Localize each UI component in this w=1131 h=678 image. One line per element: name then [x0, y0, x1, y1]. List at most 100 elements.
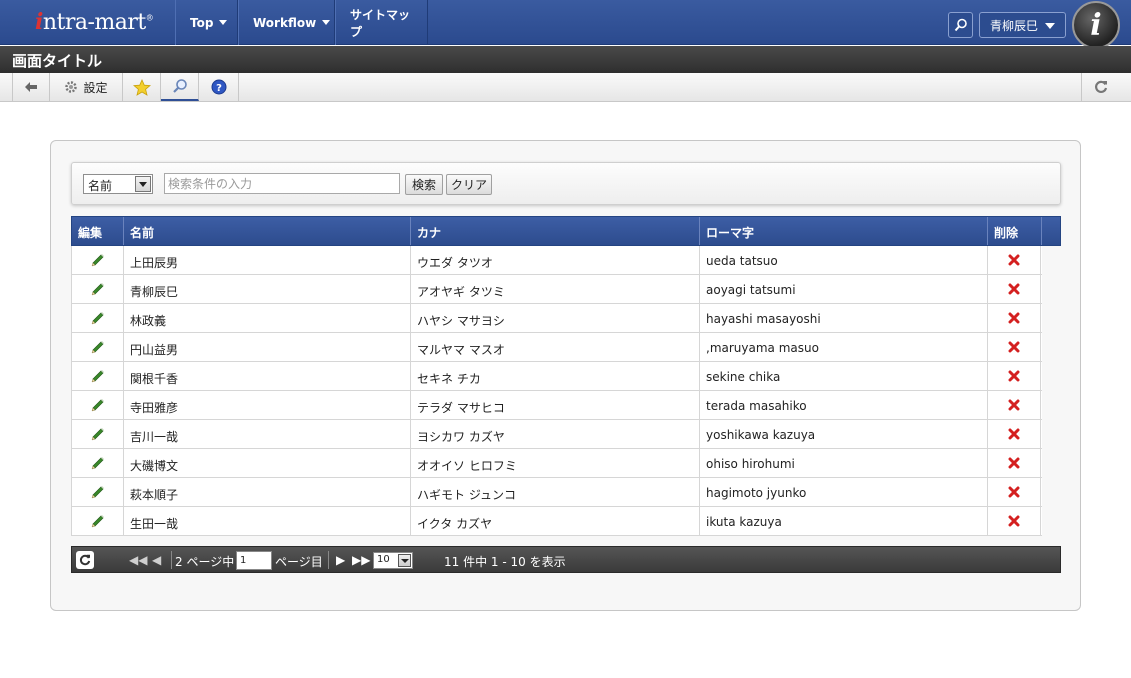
- clear-button-label: クリア: [450, 178, 487, 192]
- main-nav: Top Workflow サイトマップ: [175, 0, 428, 45]
- delete-x-icon: [1008, 515, 1020, 527]
- grid-header: 編集 名前 カナ ローマ字 削除: [71, 216, 1061, 246]
- refresh-button[interactable]: [1081, 73, 1119, 101]
- search-input[interactable]: [164, 173, 400, 194]
- table-row[interactable]: 寺田雅彦 テラダ マサヒコ terada masahiko: [71, 391, 1042, 420]
- pencil-icon: [91, 457, 104, 470]
- search-bar: 名前 検索 クリア: [71, 162, 1061, 205]
- nav-sitemap[interactable]: サイトマップ: [335, 0, 428, 45]
- pager-refresh-button[interactable]: [76, 551, 94, 569]
- chevron-down-icon: [322, 20, 331, 25]
- pencil-icon: [91, 341, 104, 354]
- pager-page-suffix: ページ目: [275, 555, 323, 569]
- edit-button[interactable]: [72, 362, 124, 390]
- back-button[interactable]: [12, 73, 50, 101]
- nav-top[interactable]: Top: [175, 0, 238, 45]
- col-delete[interactable]: 削除: [988, 217, 1042, 245]
- cell-kana: マルヤマ マスオ: [411, 333, 700, 361]
- table-row[interactable]: 林政義 ハヤシ マサヨシ hayashi masayoshi: [71, 304, 1042, 333]
- edit-button[interactable]: [72, 304, 124, 332]
- delete-button[interactable]: [988, 391, 1041, 419]
- arrow-left-icon: [25, 82, 37, 92]
- delete-button[interactable]: [988, 333, 1041, 361]
- edit-button[interactable]: [72, 391, 124, 419]
- page-size-select[interactable]: 10: [373, 552, 413, 569]
- table-row[interactable]: 大磯博文 オオイソ ヒロフミ ohiso hirohumi: [71, 449, 1042, 478]
- cell-romaji: hayashi masayoshi: [700, 304, 988, 332]
- cell-name: 円山益男: [124, 333, 411, 361]
- edit-button[interactable]: [72, 420, 124, 448]
- pencil-icon: [91, 254, 104, 267]
- intra-mart-logo[interactable]: intra-mart®: [35, 9, 154, 35]
- edit-button[interactable]: [72, 449, 124, 477]
- edit-button[interactable]: [72, 275, 124, 303]
- pencil-icon: [91, 399, 104, 412]
- cell-romaji: yoshikawa kazuya: [700, 420, 988, 448]
- user-menu-button[interactable]: 青柳辰巳: [979, 12, 1066, 38]
- delete-x-icon: [1008, 254, 1020, 266]
- table-row[interactable]: 吉川一哉 ヨシカワ カズヤ yoshikawa kazuya: [71, 420, 1042, 449]
- cell-kana: ハヤシ マサヨシ: [411, 304, 700, 332]
- table-row[interactable]: 円山益男 マルヤマ マスオ ,maruyama masuo: [71, 333, 1042, 362]
- badge-letter: i: [1090, 7, 1102, 43]
- pager-separator: [328, 551, 329, 569]
- edit-button[interactable]: [72, 333, 124, 361]
- last-page-icon[interactable]: ▶▶: [352, 553, 370, 567]
- logo-letter-i: i: [35, 9, 43, 35]
- edit-button[interactable]: [72, 478, 124, 506]
- cell-name: 吉川一哉: [124, 420, 411, 448]
- delete-button[interactable]: [988, 362, 1041, 390]
- cell-kana: ヨシカワ カズヤ: [411, 420, 700, 448]
- intra-mart-badge-icon[interactable]: i: [1072, 1, 1120, 49]
- page-number-input[interactable]: [236, 551, 272, 570]
- delete-x-icon: [1008, 457, 1020, 469]
- cell-kana: テラダ マサヒコ: [411, 391, 700, 419]
- delete-button[interactable]: [988, 507, 1041, 535]
- delete-button[interactable]: [988, 449, 1041, 477]
- table-row[interactable]: 関根千香 セキネ チカ sekine chika: [71, 362, 1042, 391]
- col-name[interactable]: 名前: [124, 217, 411, 245]
- favorite-button[interactable]: [123, 73, 161, 101]
- pencil-icon: [91, 428, 104, 441]
- nav-workflow[interactable]: Workflow: [238, 0, 335, 45]
- col-romaji[interactable]: ローマ字: [700, 217, 988, 245]
- col-kana[interactable]: カナ: [411, 217, 700, 245]
- delete-button[interactable]: [988, 275, 1041, 303]
- edit-button[interactable]: [72, 507, 124, 535]
- cell-romaji: ,maruyama masuo: [700, 333, 988, 361]
- cell-name: 青柳辰巳: [124, 275, 411, 303]
- delete-button[interactable]: [988, 304, 1041, 332]
- cell-romaji: aoyagi tatsumi: [700, 275, 988, 303]
- table-row[interactable]: 生田一哉 イクタ カズヤ ikuta kazuya: [71, 507, 1042, 536]
- table-row[interactable]: 萩本順子 ハギモト ジュンコ hagimoto jyunko: [71, 478, 1042, 507]
- col-edit[interactable]: 編集: [72, 217, 124, 245]
- cell-kana: ハギモト ジュンコ: [411, 478, 700, 506]
- search-button[interactable]: 検索: [405, 174, 443, 195]
- search-icon: [954, 18, 967, 32]
- first-page-icon[interactable]: ◀◀: [129, 553, 147, 567]
- logo-registered-mark: ®: [145, 13, 154, 23]
- chevron-down-icon: [1045, 23, 1055, 29]
- settings-label: 設定: [83, 80, 108, 95]
- help-button[interactable]: ?: [199, 73, 239, 101]
- delete-button[interactable]: [988, 420, 1041, 448]
- delete-button[interactable]: [988, 246, 1041, 274]
- table-row[interactable]: 上田辰男 ウエダ タツオ ueda tatsuo: [71, 246, 1042, 275]
- svg-text:?: ?: [216, 83, 222, 94]
- search-panel: 名前 検索 クリア 編集 名前 カナ ローマ字 削除 上田辰男ウエダ タツオue…: [50, 140, 1081, 611]
- table-row[interactable]: 青柳辰巳 アオヤギ タツミ aoyagi tatsumi: [71, 275, 1042, 304]
- prev-page-icon[interactable]: ◀: [152, 553, 161, 567]
- header-search-button[interactable]: [948, 12, 973, 38]
- search-toggle-button[interactable]: [161, 73, 199, 101]
- delete-button[interactable]: [988, 478, 1041, 506]
- next-page-icon[interactable]: ▶: [336, 553, 345, 567]
- pager-summary: 11 件中 1 - 10 を表示: [444, 555, 566, 569]
- search-field-select[interactable]: 名前: [83, 174, 153, 194]
- clear-button[interactable]: クリア: [446, 174, 492, 195]
- edit-button[interactable]: [72, 246, 124, 274]
- settings-button[interactable]: 設定: [50, 73, 123, 101]
- top-header: intra-mart® Top Workflow サイトマップ 青柳辰巳 i: [0, 0, 1131, 49]
- delete-x-icon: [1008, 312, 1020, 324]
- search-button-label: 検索: [411, 178, 436, 192]
- cell-name: 関根千香: [124, 362, 411, 390]
